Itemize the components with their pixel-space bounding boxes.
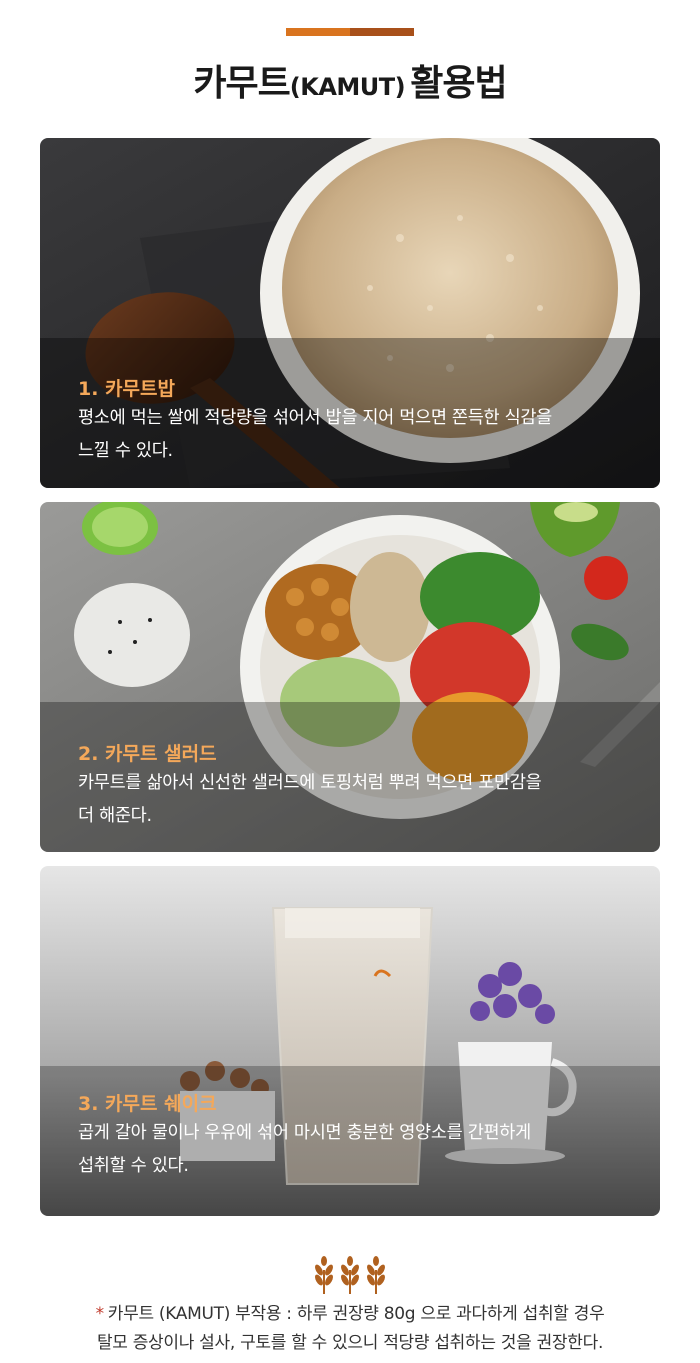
note-star: *	[95, 1304, 105, 1324]
side-effect-note-line2: 탈모 증상이나 설사, 구토를 할 수 있으니 적당량 섭취하는 것을 권장한다…	[0, 1328, 700, 1353]
card-heading: 1. 카무트밥	[78, 378, 175, 400]
title-main: 카무트	[193, 63, 290, 104]
note-text: 카무트 (KAMUT) 부작용 : 하루 권장량 80g 으로 과다하게 섭취할…	[107, 1304, 605, 1324]
desc-line: 느낄 수 있다.	[78, 441, 173, 461]
wheat-icon	[315, 1256, 385, 1294]
side-effect-note-line1: * 카무트 (KAMUT) 부작용 : 하루 권장량 80g 으로 과다하게 섭취…	[0, 1299, 700, 1324]
usage-card-rice: 1. 카무트밥 평소에 먹는 쌀에 적당량을 섞어서 밥을 지어 먹으면 쫀득한…	[40, 138, 660, 488]
card-description: 평소에 먹는 쌀에 적당량을 섞어서 밥을 지어 먹으면 쫀득한 식감을 느낄 …	[78, 402, 638, 468]
desc-line: 더 해준다.	[78, 806, 152, 826]
note-text: 탈모 증상이나 설사, 구토를 할 수 있으니 적당량 섭취하는 것을 권장한다…	[96, 1333, 604, 1353]
card-description: 카무트를 삶아서 신선한 샐러드에 토핑처럼 뿌려 먹으면 포만감을 더 해준다…	[78, 767, 638, 833]
title-end: 활용법	[410, 63, 507, 104]
page-title: 카무트(KAMUT) 활용법	[0, 54, 700, 106]
usage-card-salad: 2. 카무트 샐러드 카무트를 삶아서 신선한 샐러드에 토핑처럼 뿌려 먹으면…	[40, 502, 660, 852]
desc-line: 카무트를 삶아서 신선한 샐러드에 토핑처럼 뿌려 먹으면 포만감을	[78, 773, 542, 793]
card-description: 곱게 갈아 물이나 우유에 섞어 마시면 충분한 영양소를 간편하게 섭취할 수…	[78, 1117, 638, 1183]
card-heading: 2. 카무트 샐러드	[78, 743, 217, 765]
desc-line: 섭취할 수 있다.	[78, 1156, 189, 1176]
card-heading: 3. 카무트 쉐이크	[78, 1093, 217, 1115]
desc-line: 평소에 먹는 쌀에 적당량을 섞어서 밥을 지어 먹으면 쫀득한 식감을	[78, 408, 552, 428]
title-accent-bar	[286, 28, 414, 36]
usage-card-shake: 3. 카무트 쉐이크 곱게 갈아 물이나 우유에 섞어 마시면 충분한 영양소를…	[40, 866, 660, 1216]
desc-line: 곱게 갈아 물이나 우유에 섞어 마시면 충분한 영양소를 간편하게	[78, 1123, 531, 1143]
page: 카무트(KAMUT) 활용법 1. 카무트밥 평소에 먹는 쌀에 적당량을 섞어…	[0, 0, 700, 1363]
title-sub: (KAMUT)	[289, 73, 406, 101]
